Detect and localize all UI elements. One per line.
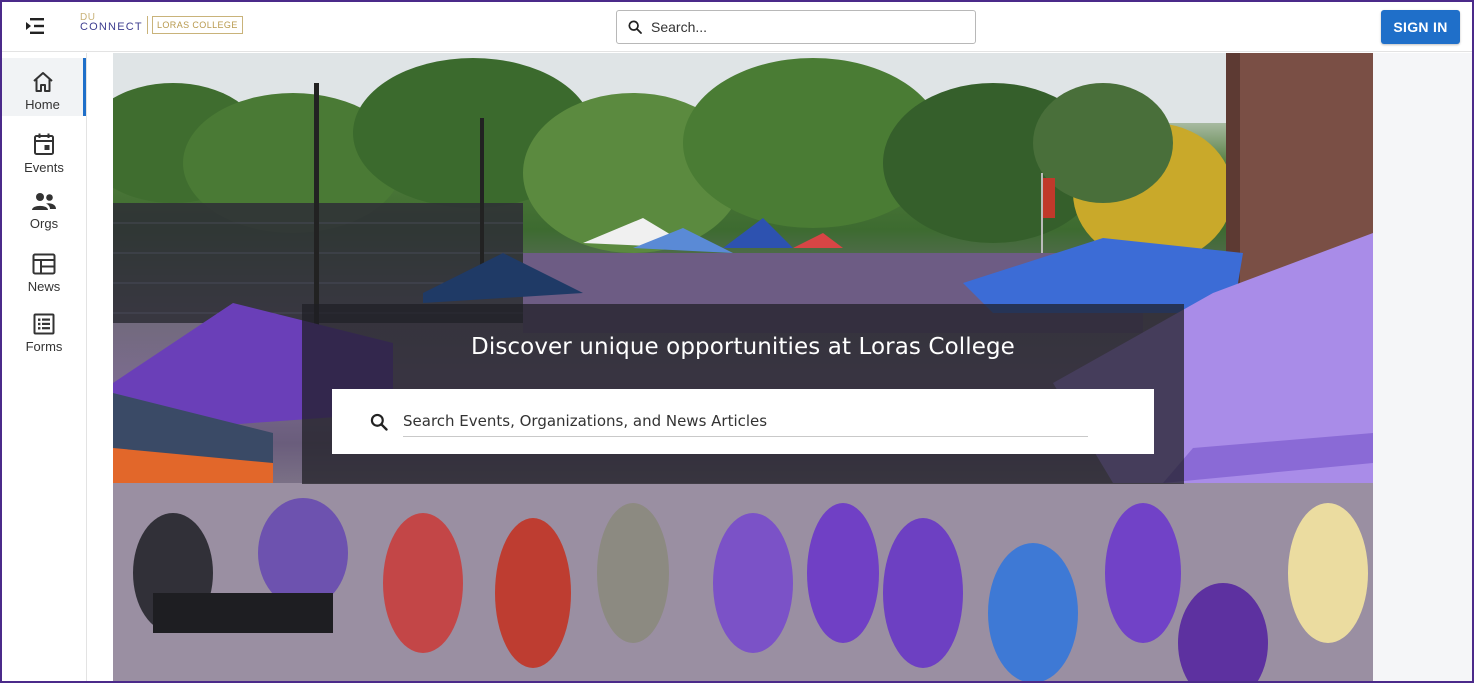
logo-connect-text: CONNECT [80,21,143,33]
top-bar: DU CONNECT LORAS COLLEGE SIGN IN [0,0,1474,52]
hero-overlay: Discover unique opportunities at Loras C… [302,304,1184,484]
hero-search-field [403,407,1088,437]
home-icon [32,72,53,92]
sidebar-item-label: Orgs [29,216,59,231]
news-icon [32,253,56,275]
sidebar-item-label: Events [24,160,64,175]
hero-title: Discover unique opportunities at Loras C… [471,334,1015,360]
sidebar-item-label: Forms [25,339,63,354]
logo-college-text: LORAS COLLEGE [152,16,243,34]
menu-collapse-icon [26,18,44,34]
calendar-icon [34,133,54,155]
people-icon [32,193,56,210]
search-icon [370,413,388,431]
sidebar-item-orgs[interactable]: Orgs [2,179,86,237]
sidebar-item-news[interactable]: News [2,240,86,298]
sidebar-item-home[interactable]: Home [2,58,86,116]
logo-wordmark: DU CONNECT [79,12,145,38]
right-gutter [1373,53,1474,683]
duconnect-logo[interactable]: DU CONNECT LORAS COLLEGE [79,12,243,38]
sidebar-item-events[interactable]: Events [2,119,86,177]
logo-divider [147,16,148,34]
sidebar-item-forms[interactable]: Forms [2,300,86,358]
forms-icon [33,313,55,335]
header-search-input[interactable] [651,19,951,35]
header-search-box[interactable] [616,10,976,44]
hero-banner: Discover unique opportunities at Loras C… [113,53,1373,683]
sidebar-nav: Home Events Orgs News Forms [0,53,87,683]
hero-search-input[interactable] [403,407,1088,435]
sidebar-item-label: News [27,279,61,294]
sidebar-item-label: Home [25,97,60,112]
hero-search-box[interactable] [332,389,1154,454]
search-icon [628,20,642,34]
menu-toggle-button[interactable] [20,13,52,39]
sign-in-button[interactable]: SIGN IN [1381,10,1460,44]
